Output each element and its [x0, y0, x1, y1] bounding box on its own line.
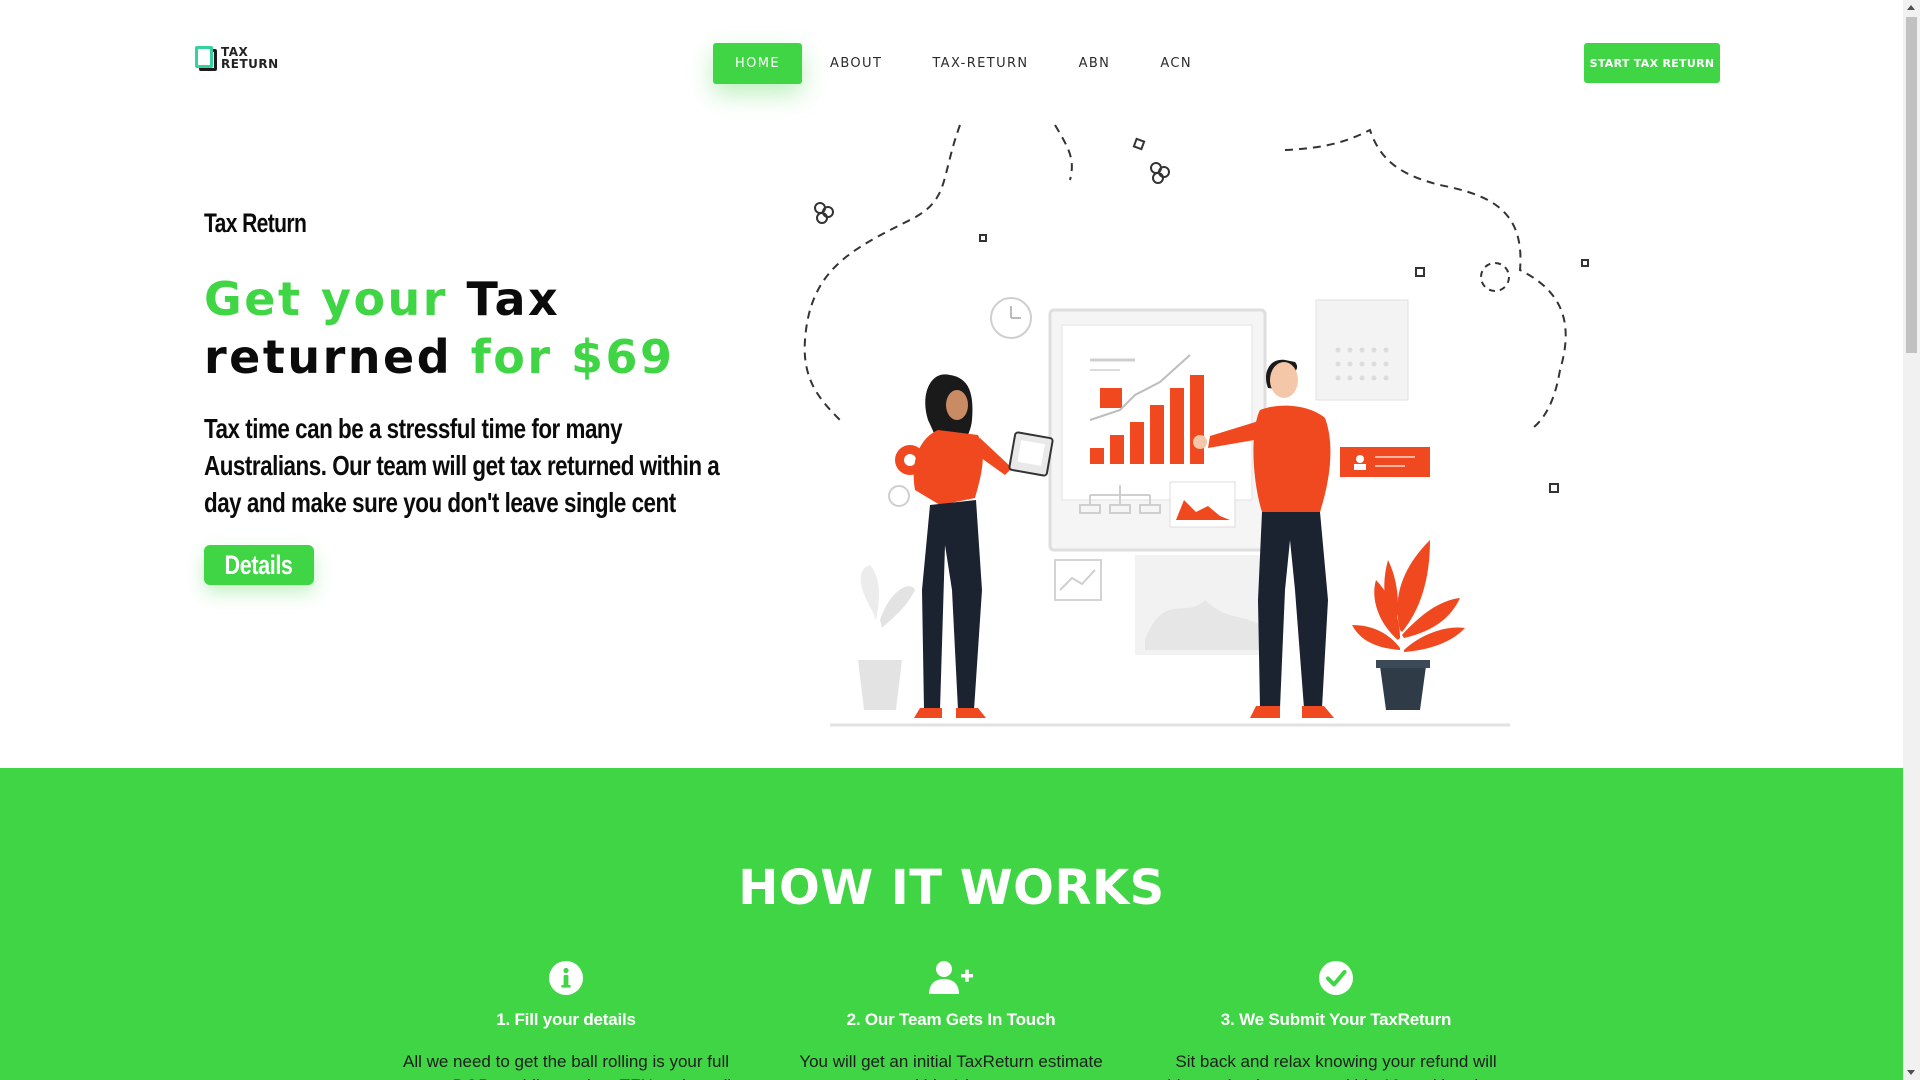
logo[interactable]: TAX RETURN	[193, 44, 279, 72]
start-tax-return-button[interactable]: START TAX RETURN	[1584, 43, 1720, 83]
logo-icon	[193, 44, 217, 72]
nav-tax-return[interactable]: TAX-RETURN	[932, 56, 1028, 71]
hero-eyebrow: Tax Return	[204, 208, 307, 238]
nav-abn[interactable]: ABN	[1079, 56, 1111, 71]
headline-dark-1: Tax	[447, 272, 561, 326]
nav-about[interactable]: ABOUT	[830, 56, 882, 71]
details-button[interactable]: Details	[204, 545, 314, 585]
scroll-thumb[interactable]	[1906, 17, 1917, 353]
logo-line-2: RETURN	[221, 57, 279, 71]
hero-illustration	[803, 124, 1589, 727]
headline-green-1: Get your	[204, 272, 448, 326]
page-scrollbar[interactable]	[1903, 0, 1920, 1080]
step-3: 3. We Submit Your TaxReturn Sit back and…	[1166, 958, 1506, 1080]
step-3-title: 3. We Submit Your TaxReturn	[1220, 1010, 1452, 1029]
main-nav: HOME ABOUT TAX-RETURN ABN ACN	[713, 43, 1242, 84]
headline-dark-2: returned	[204, 330, 453, 384]
step-1-description: All we need to get the ball rolling is y…	[401, 1052, 731, 1080]
info-circle-icon	[549, 961, 583, 995]
scroll-down-arrow-icon[interactable]	[1907, 1070, 1915, 1075]
user-plus-icon	[929, 961, 973, 994]
step-2: 2. Our Team Gets In Touch You will get a…	[781, 958, 1121, 1080]
step-2-description: You will get an initial TaxReturn estima…	[799, 1052, 1103, 1080]
check-circle-icon	[1319, 961, 1353, 995]
hero-headline: Get your Tax returned for $69	[204, 270, 764, 386]
step-1: 1. Fill your details All we need to get …	[396, 958, 736, 1080]
headline-green-2: for $69	[452, 330, 675, 384]
step-1-title: 1. Fill your details	[496, 1010, 636, 1029]
scroll-up-arrow-icon[interactable]	[1907, 5, 1915, 10]
nav-acn[interactable]: ACN	[1160, 56, 1192, 71]
hero-description: Tax time can be a stressful time for man…	[204, 413, 720, 518]
nav-home[interactable]: HOME	[713, 43, 803, 84]
step-2-title: 2. Our Team Gets In Touch	[846, 1010, 1056, 1029]
logo-text: TAX RETURN	[221, 46, 279, 70]
how-it-works-title: HOW IT WORKS	[738, 860, 1165, 916]
site-header: TAX RETURN HOME ABOUT TAX-RETURN ABN ACN…	[0, 0, 1903, 120]
step-3-description: Sit back and relax knowing your refund w…	[1167, 1052, 1504, 1080]
details-button-label: Details	[224, 549, 294, 580]
how-it-works-section: HOW IT WORKS 1. Fill your details All we…	[0, 768, 1903, 1080]
